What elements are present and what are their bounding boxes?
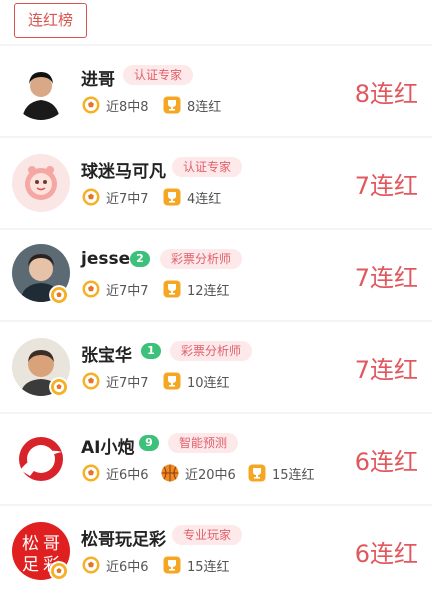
expert-tag: 彩票分析师 [160, 249, 243, 269]
list-item[interactable]: 进哥 认证专家 近8中8 8连红 8连红 [0, 46, 432, 136]
streak-count: 8连红 [354, 80, 418, 108]
expert-tag: 专业玩家 [172, 525, 243, 545]
trophy-icon [248, 464, 266, 482]
trophy-icon [163, 372, 181, 390]
stat-text: 近7中7 [106, 283, 149, 299]
stat-trophy: 4连红 [163, 187, 221, 207]
stat-trophy: 12连红 [163, 279, 230, 299]
trophy-icon [163, 188, 181, 206]
stat-text: 近8中8 [106, 99, 149, 115]
stat-text: 4连红 [187, 191, 222, 207]
expert-name[interactable]: 张宝华 [81, 341, 132, 366]
tab-bar: 连红榜 [0, 0, 432, 44]
expert-name[interactable]: 球迷马可凡 [81, 157, 166, 182]
stat-football: 近7中7 [82, 187, 149, 207]
expert-name[interactable]: 进哥 [81, 65, 115, 90]
avatar[interactable] [12, 62, 70, 120]
stat-text: 近7中7 [106, 191, 149, 207]
stat-trophy: 15连红 [163, 555, 230, 575]
football-icon [82, 372, 100, 390]
stat-basketball: 近20中6 [161, 463, 236, 483]
streak-count: 7连红 [354, 264, 418, 292]
stat-football: 近6中6 [82, 555, 149, 575]
expert-name[interactable]: AI小炮 [81, 433, 134, 458]
stat-trophy: 10连红 [163, 371, 230, 391]
football-icon [82, 188, 100, 206]
football-icon [82, 280, 100, 298]
expert-tag: 彩票分析师 [170, 341, 253, 361]
trophy-icon [163, 556, 181, 574]
list-item[interactable]: 张宝华 1 彩票分析师 近7中7 10连红 7连红 [0, 322, 432, 412]
streak-count: 6连红 [354, 540, 418, 568]
football-badge-icon [49, 561, 69, 581]
trophy-icon [163, 96, 181, 114]
avatar[interactable] [12, 430, 70, 488]
stat-text: 15连红 [272, 467, 315, 483]
expert-name[interactable]: jesse [81, 249, 130, 269]
stat-text: 12连红 [187, 283, 230, 299]
level-badge: 1 [141, 343, 161, 359]
list-item[interactable]: 球迷马可凡 认证专家 近7中7 4连红 7连红 [0, 138, 432, 228]
stat-football: 近7中7 [82, 279, 149, 299]
football-icon [82, 96, 100, 114]
stat-text: 近6中6 [106, 467, 149, 483]
stat-football: 近6中6 [82, 463, 149, 483]
streak-count: 7连红 [354, 172, 418, 200]
football-badge-icon [49, 377, 69, 397]
stat-text: 8连红 [187, 99, 222, 115]
stat-text: 近7中7 [106, 375, 149, 391]
trophy-icon [163, 280, 181, 298]
football-icon [82, 464, 100, 482]
stat-football: 近7中7 [82, 371, 149, 391]
level-badge: 2 [130, 251, 150, 267]
expert-tag: 智能预测 [168, 433, 239, 453]
avatar-char: 哥 [43, 534, 60, 554]
stat-text: 10连红 [187, 375, 230, 391]
stat-text: 近20中6 [185, 467, 236, 483]
stat-text: 15连红 [187, 559, 230, 575]
expert-tag: 认证专家 [123, 65, 194, 85]
avatar-char: 足 [22, 555, 39, 575]
football-badge-icon [49, 285, 69, 305]
expert-name[interactable]: 松哥玩足彩 [81, 525, 166, 550]
streak-count: 6连红 [354, 448, 418, 476]
tab-streak-ranking[interactable]: 连红榜 [14, 3, 87, 38]
list-item[interactable]: AI小炮 9 智能预测 近6中6 近20中6 15连红 6连红 [0, 414, 432, 504]
avatar[interactable] [12, 154, 70, 212]
list-item[interactable]: jesse 2 彩票分析师 近7中7 12连红 7连红 [0, 230, 432, 320]
football-icon [82, 556, 100, 574]
stat-football: 近8中8 [82, 95, 149, 115]
stat-text: 近6中6 [106, 559, 149, 575]
streak-count: 7连红 [354, 356, 418, 384]
stat-trophy: 15连红 [248, 463, 315, 483]
level-badge: 9 [139, 435, 159, 451]
list-item[interactable]: 松 哥 足 彩 松哥玩足彩 专业玩家 近6中6 15连红 6连红 [0, 506, 432, 598]
stat-trophy: 8连红 [163, 95, 221, 115]
avatar-char: 松 [22, 534, 39, 554]
basketball-icon [161, 464, 179, 482]
expert-tag: 认证专家 [172, 157, 243, 177]
